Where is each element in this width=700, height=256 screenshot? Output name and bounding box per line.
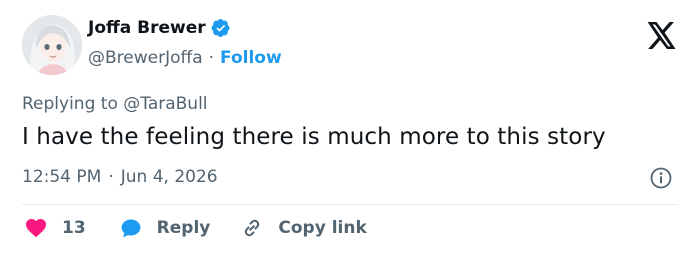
- x-logo-icon[interactable]: [647, 22, 677, 49]
- author-display-name[interactable]: Joffa Brewer: [88, 18, 206, 38]
- speech-bubble-icon: [119, 216, 143, 240]
- tweet-timestamp[interactable]: 12:54 PM · Jun 4, 2026: [22, 167, 218, 187]
- replying-to-mention[interactable]: @TaraBull: [123, 94, 207, 114]
- author-name-row: Joffa Brewer: [88, 18, 231, 38]
- avatar[interactable]: [22, 15, 82, 75]
- link-icon: [240, 216, 264, 240]
- reply-label: Reply: [156, 218, 211, 238]
- tweet-text: I have the feeling there is much more to…: [22, 124, 606, 150]
- handle-separator: ·: [208, 48, 215, 68]
- replying-to-prefix: Replying to: [22, 94, 118, 114]
- verified-badge-icon: [211, 18, 231, 38]
- divider: [22, 204, 678, 205]
- replying-to-line: Replying to @TaraBull: [22, 94, 208, 114]
- author-handle[interactable]: @BrewerJoffa: [88, 48, 203, 68]
- tweet-actions: 13 Reply Copy link: [24, 216, 367, 240]
- reply-button[interactable]: Reply: [119, 216, 211, 240]
- timestamp-separator: ·: [108, 167, 114, 187]
- like-count: 13: [62, 218, 86, 238]
- copy-link-label: Copy link: [278, 218, 367, 238]
- avatar-image: [22, 15, 82, 75]
- like-button[interactable]: 13: [24, 216, 86, 240]
- follow-button[interactable]: Follow: [220, 48, 282, 68]
- copy-link-button[interactable]: Copy link: [240, 216, 367, 240]
- tweet-date: Jun 4, 2026: [120, 167, 218, 187]
- tweet-time: 12:54 PM: [22, 167, 102, 187]
- author-handle-row: @BrewerJoffa · Follow: [88, 48, 282, 68]
- heart-icon: [24, 216, 48, 240]
- info-icon[interactable]: [649, 166, 673, 190]
